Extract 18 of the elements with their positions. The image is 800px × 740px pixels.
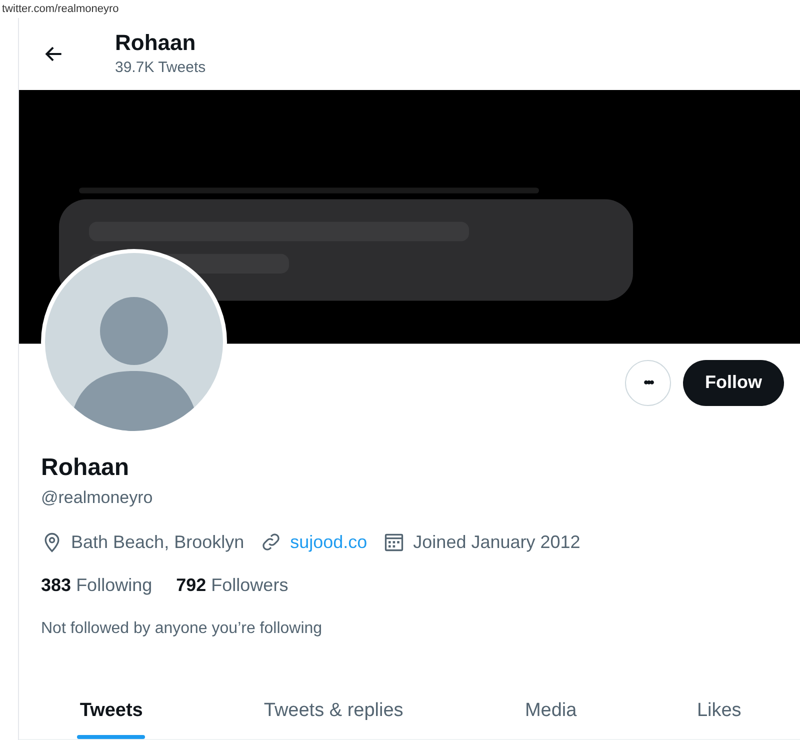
profile-title: Rohaan [115, 28, 197, 57]
location-text: Bath Beach, Brooklyn [71, 530, 244, 554]
profile-tab[interactable]: Media [463, 682, 638, 739]
display-name: Rohaan [41, 453, 130, 484]
profile-tab[interactable]: Tweets [19, 682, 204, 739]
following-link[interactable]: 383 Following [41, 572, 152, 599]
followers-link[interactable]: 792 Followers [176, 572, 288, 599]
more-button[interactable]: ••• [625, 360, 671, 406]
profile-tab[interactable]: Tweets & replies [204, 682, 464, 739]
joined-date: Joined January 2012 [413, 530, 580, 554]
link-icon [260, 531, 282, 554]
url-text: twitter.com/realmoneyro [2, 2, 119, 17]
follow-button[interactable]: Follow [683, 360, 784, 406]
social-context-text: Not followed by anyone you’re following [41, 618, 324, 639]
profile-tab[interactable]: Likes [638, 682, 800, 739]
calendar-icon [383, 531, 406, 554]
tweet-count: 39.7K Tweets [115, 58, 206, 78]
handle-text: @realmoneyro [41, 487, 154, 510]
